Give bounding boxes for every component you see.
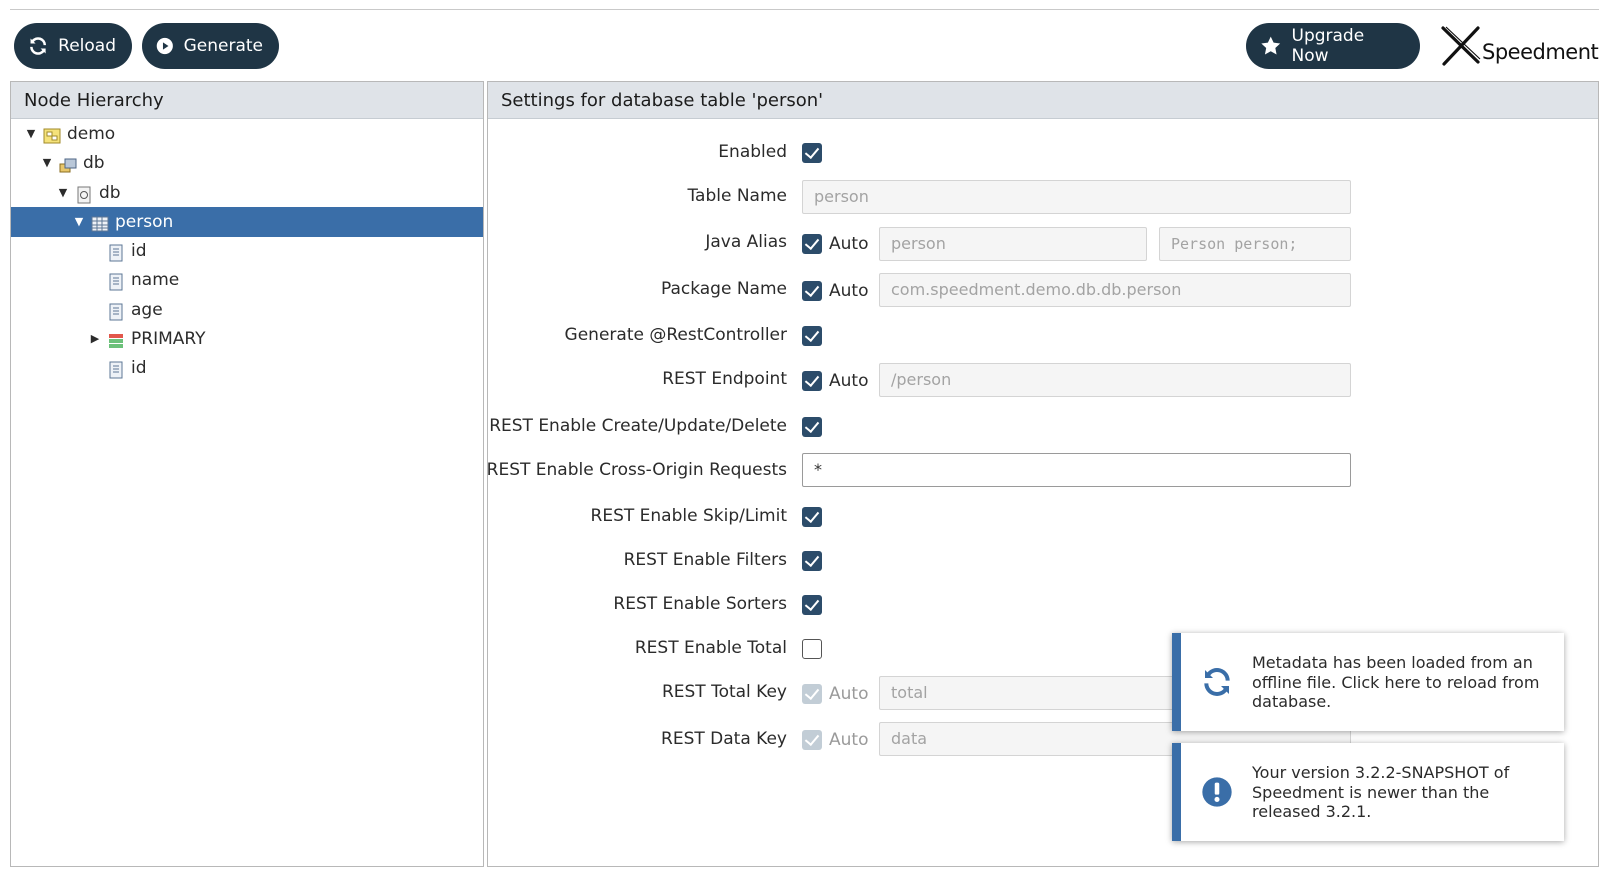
rest-total-key-auto-label: Auto (829, 684, 869, 704)
app-window: Reload Generate Upgrade Now Speedment No… (10, 9, 1599, 874)
notification-text: Your version 3.2.2-SNAPSHOT of Speedment… (1252, 763, 1510, 821)
toolbar: Reload Generate Upgrade Now Speedment (10, 10, 1599, 81)
java-alias-label: Java Alias (705, 232, 787, 252)
logo-text: Speedment (1482, 40, 1599, 64)
package-name-auto-checkbox[interactable] (802, 281, 822, 301)
rest-controller-label: Generate @RestController (564, 325, 787, 345)
rest-sorters-label: REST Enable Sorters (613, 594, 787, 614)
logo-x-icon (1441, 26, 1481, 66)
reload-button[interactable]: Reload (14, 23, 132, 69)
reload-label: Reload (58, 36, 116, 56)
rest-endpoint-field[interactable]: /person (879, 363, 1351, 397)
rest-cors-label: REST Enable Cross-Origin Requests (486, 460, 787, 480)
rest-skip-limit-label: REST Enable Skip/Limit (590, 506, 787, 526)
refresh-icon (1204, 668, 1230, 696)
table-icon (91, 213, 109, 232)
package-name-field[interactable]: com.speedment.demo.db.db.person (879, 273, 1351, 307)
rest-crud-label: REST Enable Create/Update/Delete (489, 416, 787, 436)
star-icon (1261, 36, 1281, 55)
generate-label: Generate (183, 36, 263, 56)
expand-arrow-icon[interactable]: ▶ (89, 332, 101, 345)
table-name-field[interactable]: person (802, 180, 1351, 214)
enabled-label: Enabled (718, 142, 787, 162)
rest-total-key-auto-checkbox[interactable] (802, 684, 822, 704)
tree-label: demo (67, 124, 116, 144)
settings-title: Settings for database table 'person' (488, 82, 1598, 119)
rest-data-key-auto-checkbox[interactable] (802, 730, 822, 750)
tree-node-primary-key[interactable]: ▶ PRIMARY (11, 324, 483, 354)
column-icon (107, 301, 125, 321)
tree-node-demo[interactable]: ▼ demo (11, 119, 483, 149)
notification-metadata[interactable]: Metadata has been loaded from an offline… (1172, 633, 1564, 731)
tree-node-dbms[interactable]: ▼ db (11, 148, 483, 178)
notification-text: Metadata has been loaded from an offline… (1252, 653, 1540, 711)
rest-skip-limit-checkbox[interactable] (802, 507, 822, 527)
java-alias-preview: Person person; (1159, 227, 1351, 261)
collapse-arrow-icon[interactable]: ▼ (41, 156, 53, 169)
package-name-auto-label: Auto (829, 281, 869, 301)
play-icon (156, 37, 173, 55)
rest-data-key-auto-label: Auto (829, 730, 869, 750)
rest-filters-checkbox[interactable] (802, 551, 822, 571)
tree-label: db (83, 153, 105, 173)
package-name-label: Package Name (660, 279, 787, 299)
tree-node-person[interactable]: ▼ person (11, 207, 483, 237)
rest-cors-field[interactable]: * (802, 453, 1351, 487)
refresh-icon (30, 37, 47, 55)
project-icon (43, 125, 61, 144)
node-hierarchy-title: Node Hierarchy (11, 82, 483, 119)
collapse-arrow-icon[interactable]: ▼ (57, 186, 69, 199)
notification-version[interactable]: Your version 3.2.2-SNAPSHOT of Speedment… (1172, 743, 1564, 841)
speedment-logo: Speedment (1440, 24, 1599, 70)
rest-endpoint-label: REST Endpoint (662, 369, 787, 389)
tree-node-schema[interactable]: ▼ db (11, 178, 483, 208)
tree-label: person (115, 212, 174, 232)
index-icon (107, 330, 125, 348)
tree-label: db (99, 183, 121, 203)
rest-controller-checkbox[interactable] (802, 326, 822, 346)
rest-crud-checkbox[interactable] (802, 417, 822, 437)
exclamation-icon (1202, 777, 1232, 807)
java-alias-auto-label: Auto (829, 234, 869, 254)
rest-total-key-label: REST Total Key (661, 682, 787, 702)
rest-data-key-label: REST Data Key (661, 729, 787, 749)
tree-label: id (131, 241, 147, 261)
rest-filters-label: REST Enable Filters (623, 550, 787, 570)
tree-label: name (131, 270, 180, 290)
tree-node-column-id[interactable]: id (11, 236, 483, 266)
tree-label: age (131, 300, 163, 320)
schema-icon (75, 184, 93, 204)
tree-node-column-id-2[interactable]: id (11, 353, 483, 383)
tree-label: PRIMARY (131, 329, 206, 349)
tree-label: id (131, 358, 147, 378)
rest-endpoint-auto-checkbox[interactable] (802, 371, 822, 391)
rest-sorters-checkbox[interactable] (802, 595, 822, 615)
rest-endpoint-auto-label: Auto (829, 371, 869, 391)
tree-node-column-age[interactable]: age (11, 295, 483, 325)
column-icon (107, 242, 125, 262)
table-name-label: Table Name (687, 186, 787, 206)
rest-total-checkbox[interactable] (802, 639, 822, 659)
java-alias-auto-checkbox[interactable] (802, 234, 822, 254)
rest-total-label: REST Enable Total (634, 638, 787, 658)
upgrade-label: Upgrade Now (1291, 26, 1365, 66)
node-hierarchy-panel: Node Hierarchy ▼ demo ▼ db ▼ db ▼ person… (10, 81, 484, 867)
upgrade-now-button[interactable]: Upgrade Now (1246, 23, 1420, 69)
tree-node-column-name[interactable]: name (11, 265, 483, 295)
enabled-checkbox[interactable] (802, 143, 822, 163)
java-alias-field[interactable]: person (879, 227, 1147, 261)
column-icon (107, 359, 125, 379)
generate-button[interactable]: Generate (142, 23, 279, 69)
collapse-arrow-icon[interactable]: ▼ (25, 127, 37, 140)
dbms-icon (59, 154, 77, 173)
column-icon (107, 271, 125, 291)
collapse-arrow-icon[interactable]: ▼ (73, 215, 85, 228)
